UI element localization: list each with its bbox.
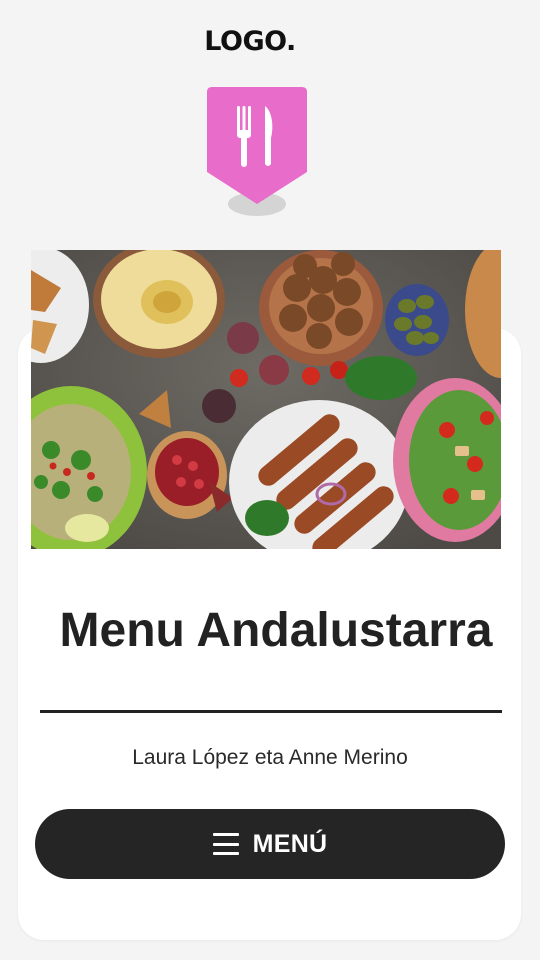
hero-image	[31, 250, 501, 549]
page-title: Menu Andalustarra	[59, 604, 493, 657]
authors-text: Laura López eta Anne Merino	[132, 746, 408, 769]
restaurant-badge	[206, 84, 308, 220]
divider	[40, 710, 502, 713]
fork-knife-icon	[207, 87, 307, 216]
page: LOGO. Menu Andalustarra Laura López eta …	[0, 0, 540, 960]
menu-button-label: MENÚ	[252, 829, 328, 858]
hamburger-icon	[212, 833, 239, 855]
logo[interactable]: LOGO.	[0, 26, 500, 57]
menu-button[interactable]: MENÚ	[35, 809, 505, 879]
